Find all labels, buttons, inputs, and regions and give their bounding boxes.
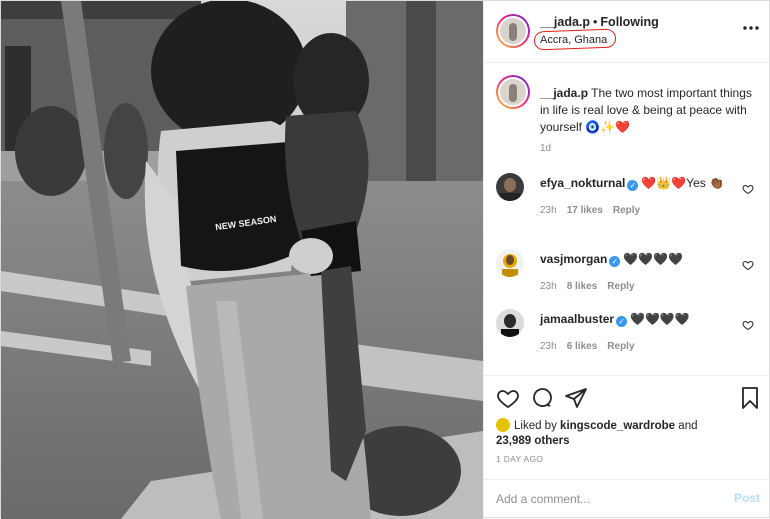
comment-text: efya_nokturnal ✓ ❤️👑❤️Yes 👏🏾 [540,176,724,191]
comment-username[interactable]: vasjmorgan [540,252,607,266]
comment-like-heart-icon[interactable] [742,319,754,331]
commenter-avatar[interactable] [496,249,524,277]
heart-icon[interactable] [496,386,520,410]
following-button[interactable]: Following [600,15,658,29]
caption-avatar[interactable] [496,75,530,109]
comment-likes[interactable]: 6 likes [567,341,598,352]
comment-item: vasjmorgan ✓ 🖤🖤🖤🖤 23h 8 likes Reply [496,249,766,305]
comment-age[interactable]: 23h [540,341,557,352]
caption-username[interactable]: __jada.p [540,86,588,100]
post-timestamp[interactable]: 1 DAY AGO [496,454,543,464]
comment-body: 🖤🖤🖤🖤 [630,312,690,326]
reply-button[interactable]: Reply [607,281,634,292]
comment-likes[interactable]: 8 likes [567,281,598,292]
comment-input[interactable] [496,489,716,509]
comment-meta: 23h 8 likes Reply [540,281,645,292]
separator-dot: • [593,15,598,29]
bookmark-icon[interactable] [738,386,762,410]
likes-count[interactable]: 23,989 others [496,435,570,447]
comment-item: efya_nokturnal ✓ ❤️👑❤️Yes 👏🏾 23h 17 likes Re… [496,173,766,229]
post-header: __jada.p • Following Accra, Ghana [484,1,770,63]
paper-plane-icon[interactable] [564,386,588,410]
commenter-avatar[interactable] [496,309,524,337]
verified-badge-icon: ✓ [616,316,628,327]
comment-age[interactable]: 23h [540,205,557,216]
post-side-panel: __jada.p • Following Accra, Ghana __jada.p… [483,1,770,519]
more-horizontal-icon[interactable] [742,22,760,34]
liked-by-prefix: Liked by [514,420,557,432]
comment-meta: 23h 6 likes Reply [540,341,645,352]
instagram-post: NEW SEASON __jada.p • Following Accra, Gha… [0,0,770,519]
liker-username[interactable]: kingscode_wardrobe [560,420,675,432]
comment-meta: 23h 17 likes Reply [540,205,650,216]
comment-body: ❤️👑❤️Yes 👏🏾 [641,176,725,190]
caption-age[interactable]: 1d [540,143,551,154]
photo-illustration: NEW SEASON [1,1,483,519]
comment-likes[interactable]: 17 likes [567,205,603,216]
liker-avatar[interactable] [496,418,510,432]
comment-like-heart-icon[interactable] [742,259,754,271]
comments-list[interactable]: __jada.p The two most important things i… [484,63,770,375]
comment-username[interactable]: efya_nokturnal [540,176,625,190]
post-actions: Liked by kingscode_wardrobe and 23,989 o… [484,375,770,471]
liked-by-conjunction: and [678,420,698,432]
author-username[interactable]: __jada.p [540,15,590,29]
location-link[interactable]: Accra, Ghana [540,34,607,46]
comment-username[interactable]: jamaalbuster [540,312,614,326]
comment-item: jamaalbuster ✓ 🖤🖤🖤🖤 23h 6 likes Reply [496,309,766,365]
author-avatar[interactable] [496,14,530,48]
post-comment-button[interactable]: Post [734,491,760,505]
author-line: __jada.p • Following [540,15,659,29]
comment-age[interactable]: 23h [540,281,557,292]
reply-button[interactable]: Reply [607,341,634,352]
comment-like-heart-icon[interactable] [742,183,754,195]
comment-bubble-icon[interactable] [530,386,554,410]
add-comment-bar: Post [484,479,770,519]
post-photo[interactable]: NEW SEASON [1,1,483,519]
reply-button[interactable]: Reply [613,205,640,216]
commenter-avatar[interactable] [496,173,524,201]
liked-by: Liked by kingscode_wardrobe and 23,989 o… [496,418,697,449]
comment-text: vasjmorgan ✓ 🖤🖤🖤🖤 [540,252,683,267]
caption-text: __jada.p The two most important things i… [540,85,762,136]
verified-badge-icon: ✓ [627,180,639,191]
comment-body: 🖤🖤🖤🖤 [623,252,684,266]
verified-badge-icon: ✓ [609,256,621,267]
comment-text: jamaalbuster ✓ 🖤🖤🖤🖤 [540,312,690,327]
